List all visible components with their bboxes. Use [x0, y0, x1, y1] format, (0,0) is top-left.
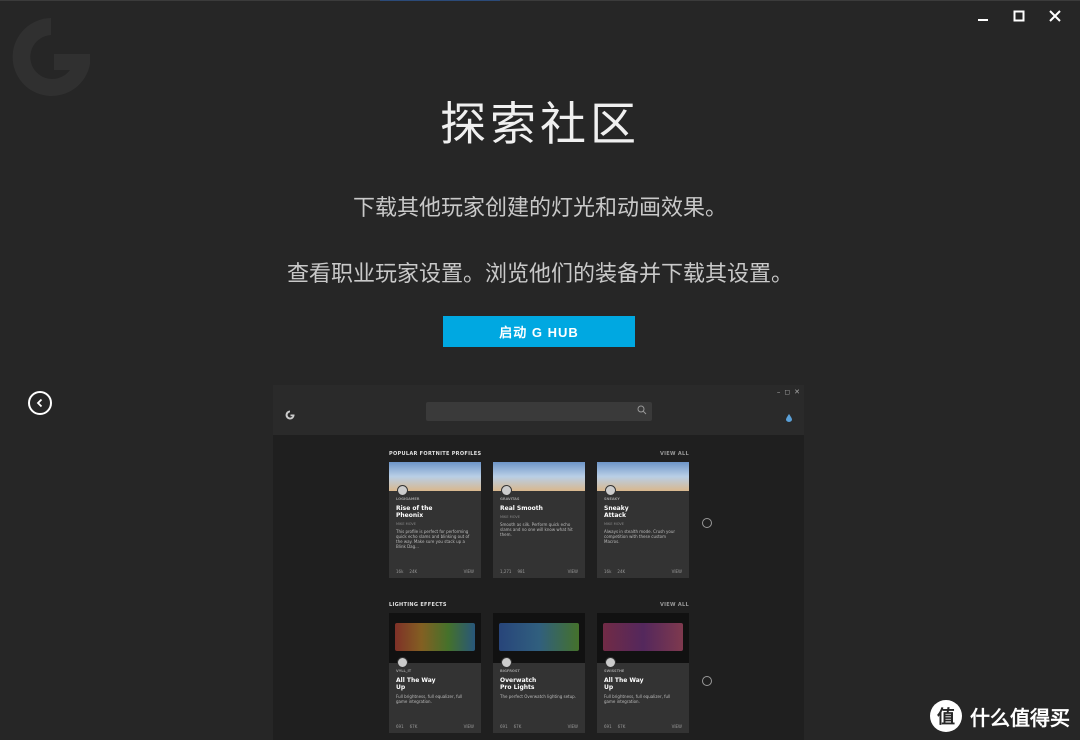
likes-count: 16k: [604, 569, 612, 574]
card-author: VYLL_IT: [396, 669, 412, 673]
card-title: All The Way Up: [396, 677, 436, 691]
card-image: [493, 462, 585, 496]
search-icon: [637, 405, 647, 415]
downloads-count: 67K: [617, 724, 626, 729]
card-description: The perfect Overwatch lighting setup.: [500, 694, 576, 699]
avatar: [397, 485, 408, 496]
maximize-icon: [1013, 10, 1025, 22]
close-button[interactable]: [1044, 6, 1066, 26]
card-author: LOGIGAMER: [396, 497, 420, 501]
minimize-icon: [978, 19, 988, 21]
downloads-count: 981: [517, 569, 526, 574]
top-border: [0, 0, 1080, 1]
preview-g-logo-icon: [285, 405, 295, 424]
card-author: GRAVITAS: [500, 497, 520, 501]
preview-next-arrow-icon: [702, 518, 712, 528]
view-all-link: VIEW ALL: [659, 451, 689, 457]
card-title: All The Way Up: [604, 677, 644, 691]
card-description: Full brightness, full equalizer, full ga…: [604, 694, 671, 704]
view-link: VIEW: [567, 569, 578, 574]
avatar: [605, 657, 616, 668]
preview-window-controls: – ◻ ✕: [776, 388, 800, 396]
window-controls: [972, 6, 1066, 26]
section-title: LIGHTING EFFECTS: [389, 602, 447, 608]
card-title: Sneaky Attack: [604, 505, 629, 519]
card-author: SNEAKY: [604, 497, 620, 501]
card-description: Full brightness, full equalizer, full ga…: [396, 694, 463, 704]
lighting-card: BIGFROST Overwatch Pro Lights The perfec…: [493, 613, 585, 733]
description-line-2: 查看职业玩家设置。浏览他们的装备并下载其设置。: [286, 262, 793, 287]
watermark-text: 什么值得买: [970, 705, 1070, 730]
close-icon: [1049, 10, 1061, 22]
chevron-left-icon: [36, 398, 43, 408]
downloads-count: 67K: [409, 724, 418, 729]
view-link: VIEW: [463, 724, 474, 729]
lighting-card: SWISSTHE All The Way Up Full brightness,…: [597, 613, 689, 733]
preview-section-profiles: POPULAR FORTNITE PROFILES VIEW ALL LOGIG…: [389, 451, 689, 578]
preview-header: – ◻ ✕: [273, 385, 804, 435]
card-description: Always in stealth mode. Crush your compe…: [604, 529, 676, 544]
card-meta: MIKE MOVE: [500, 515, 520, 519]
top-accent-line: [380, 0, 500, 1]
view-link: VIEW: [567, 724, 578, 729]
card-description: Smooth as silk. Perform quick echo slams…: [500, 522, 573, 537]
card-image: [389, 462, 481, 496]
preview-drop-icon: [786, 407, 792, 426]
view-link: VIEW: [463, 569, 474, 574]
watermark-logo-icon: 值: [930, 700, 962, 732]
avatar: [605, 485, 616, 496]
minimize-button[interactable]: [972, 6, 994, 26]
page-title: 探索社区: [440, 97, 640, 151]
profile-card: GRAVITAS Real Smooth MIKE MOVE Smooth as…: [493, 462, 585, 578]
avatar: [397, 657, 408, 668]
card-title: Real Smooth: [500, 505, 543, 512]
likes-count: 691: [604, 724, 612, 729]
downloads-count: 24K: [617, 569, 626, 574]
card-image: [493, 613, 585, 668]
card-title: Rise of the Pheonix: [396, 505, 433, 519]
preview-search-bar: [426, 402, 652, 421]
card-image: [389, 613, 481, 668]
preview-next-arrow-icon: [702, 676, 712, 686]
likes-count: 16k: [396, 569, 404, 574]
view-link: VIEW: [671, 724, 682, 729]
card-author: SWISSTHE: [604, 669, 625, 673]
card-image: [597, 613, 689, 668]
avatar: [501, 485, 512, 496]
view-link: VIEW: [671, 569, 682, 574]
section-title: POPULAR FORTNITE PROFILES: [389, 451, 482, 457]
preview-section-lighting: LIGHTING EFFECTS VIEW ALL VYLL_IT All Th…: [389, 602, 689, 733]
card-title: Overwatch Pro Lights: [500, 677, 537, 691]
avatar: [501, 657, 512, 668]
card-meta: MIKE MOVE: [604, 522, 624, 526]
card-description: This profile is perfect for performing q…: [396, 529, 470, 549]
downloads-count: 67K: [513, 724, 522, 729]
lighting-card: VYLL_IT All The Way Up Full brightness, …: [389, 613, 481, 733]
likes-count: 691: [396, 724, 404, 729]
launch-ghub-button[interactable]: 启动 G HUB: [443, 316, 635, 347]
profile-card: LOGIGAMER Rise of the Pheonix MIKE MOVE …: [389, 462, 481, 578]
card-author: BIGFROST: [500, 669, 520, 673]
ghub-preview-screenshot: – ◻ ✕ POPULAR FORTNITE PROFILES VIEW ALL L…: [273, 385, 804, 740]
view-all-link: VIEW ALL: [659, 602, 689, 608]
previous-slide-button[interactable]: [28, 391, 52, 415]
likes-count: 1,271: [500, 569, 512, 574]
likes-count: 691: [500, 724, 508, 729]
description-line-1: 下载其他玩家创建的灯光和动画效果。: [352, 196, 727, 221]
maximize-button[interactable]: [1008, 6, 1030, 26]
smzdm-watermark: 值 什么值得买: [930, 700, 1070, 732]
downloads-count: 24K: [409, 569, 418, 574]
card-image: [597, 462, 689, 496]
card-meta: MIKE MOVE: [396, 522, 416, 526]
profile-card: SNEAKY Sneaky Attack MIKE MOVE Always in…: [597, 462, 689, 578]
